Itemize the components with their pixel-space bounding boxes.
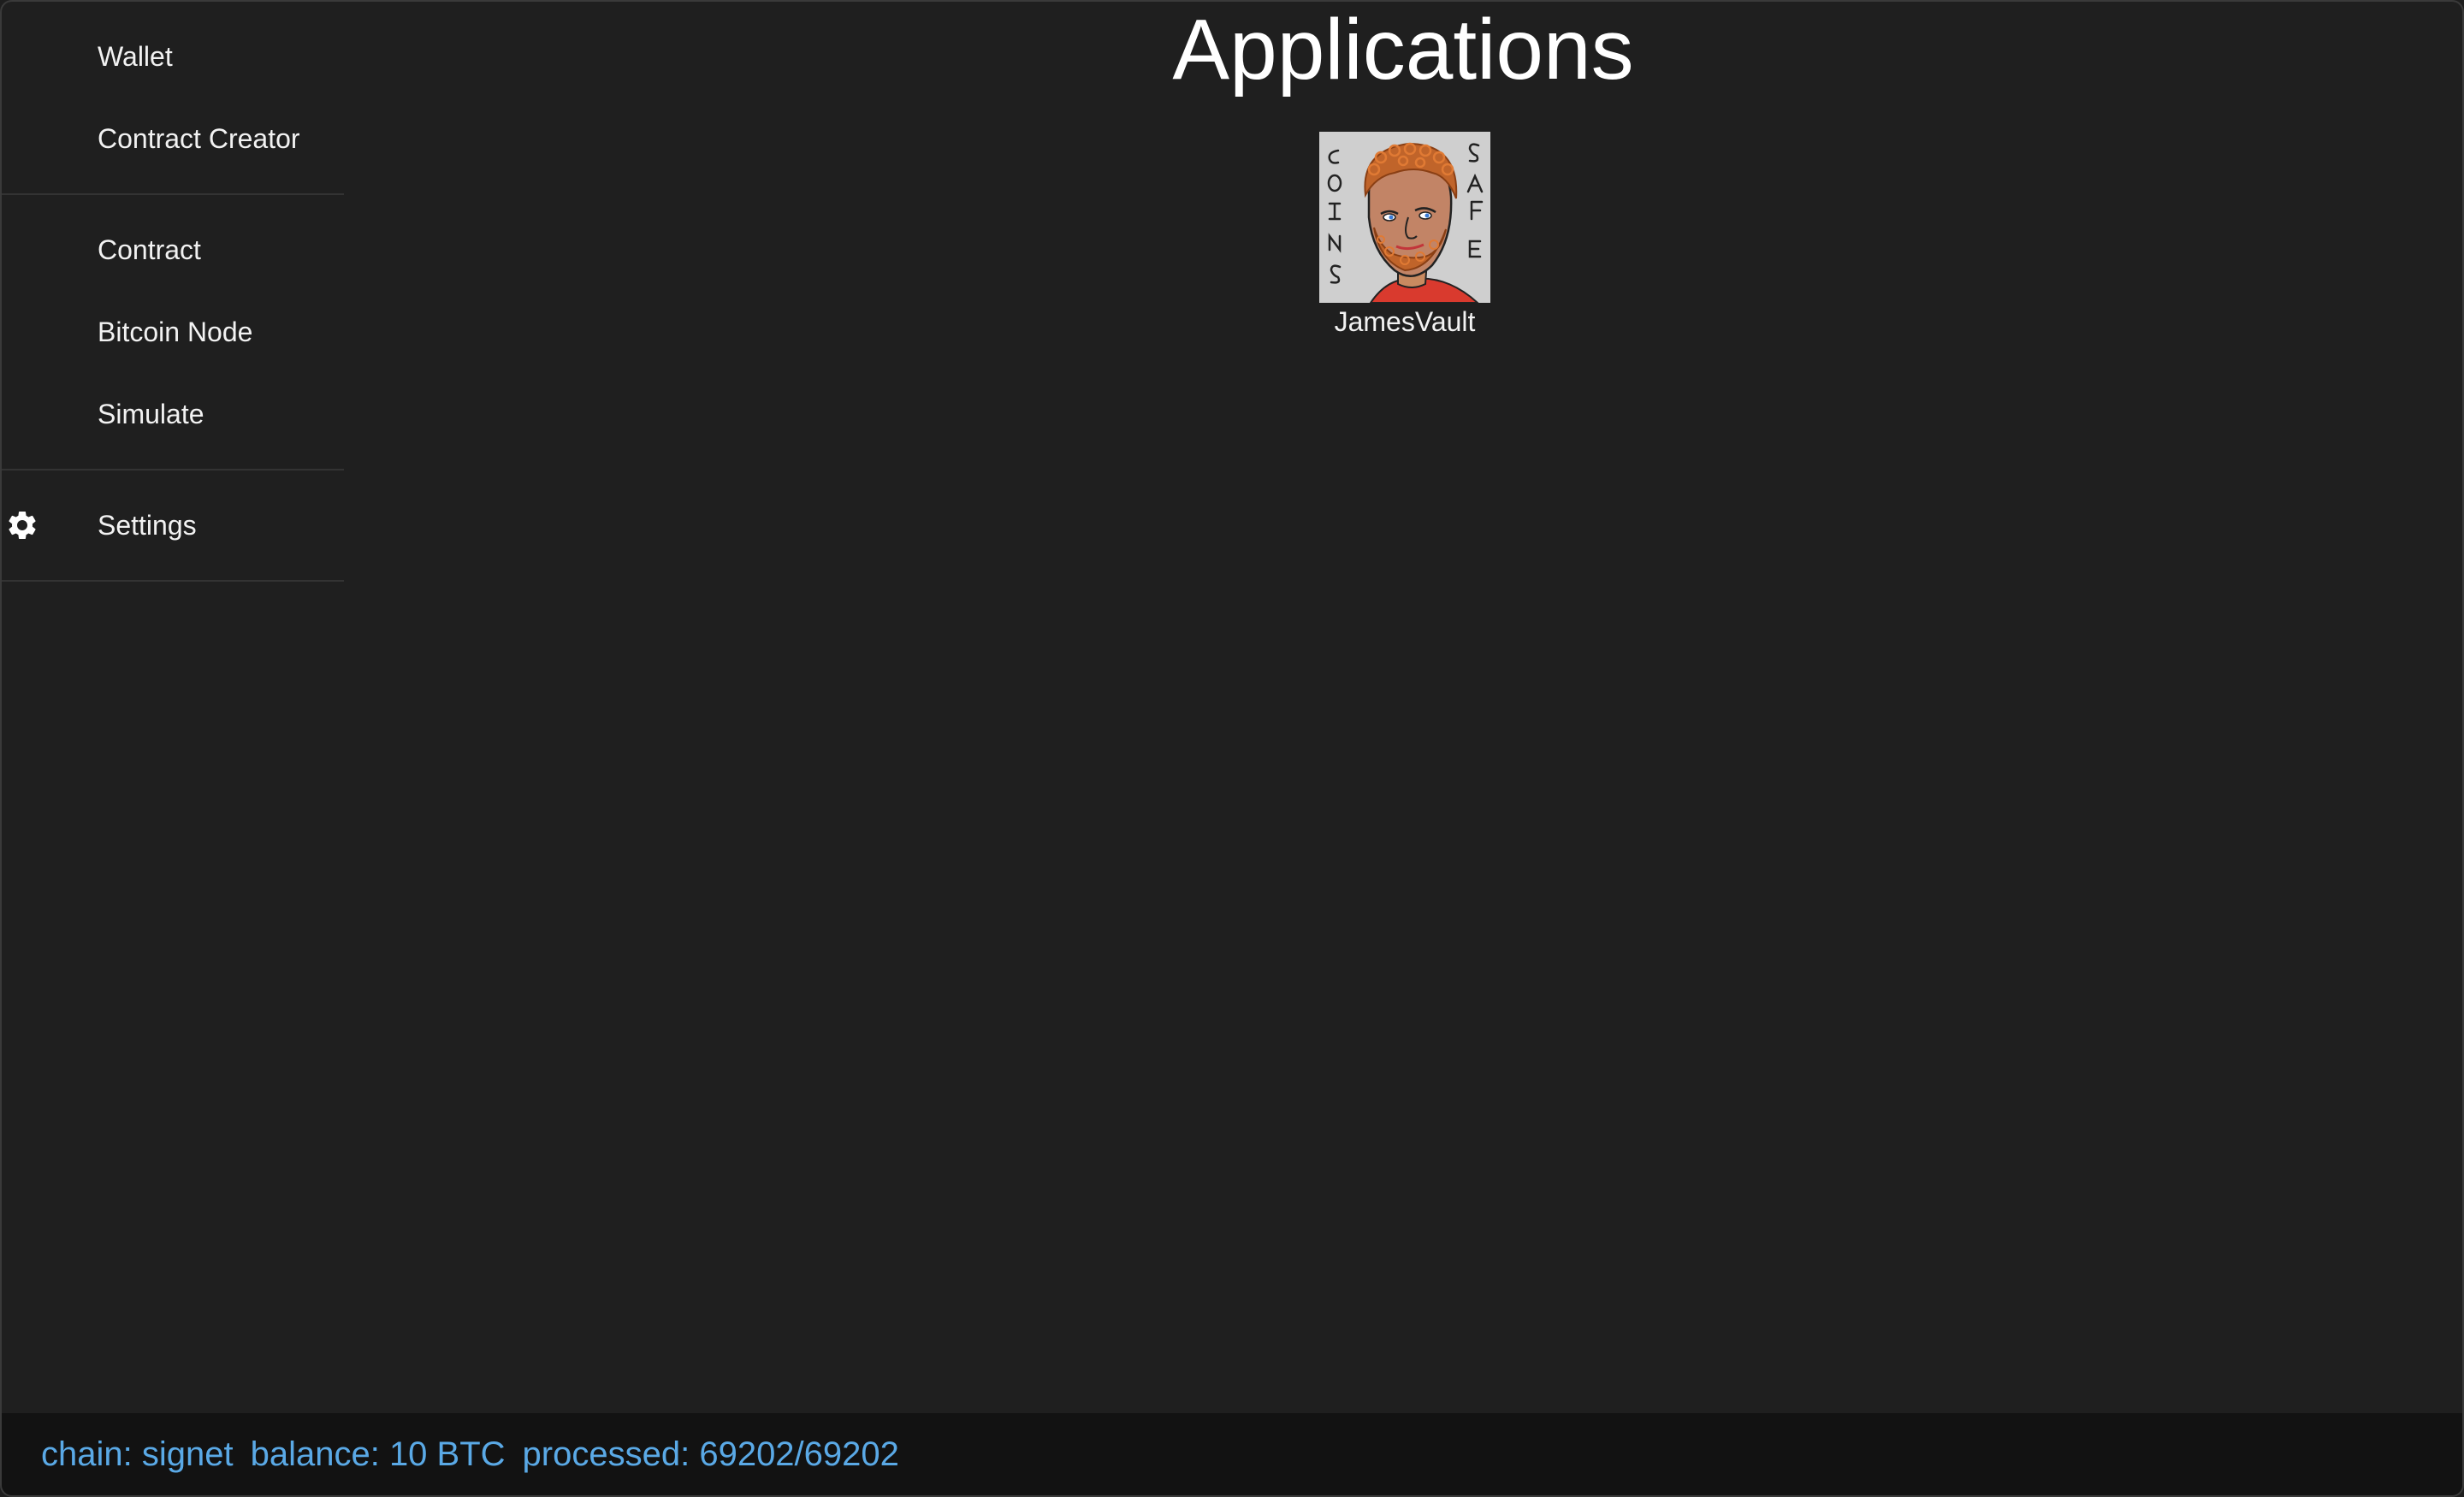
status-chain: chain: signet bbox=[41, 1435, 234, 1473]
sidebar-item-label: Contract Creator bbox=[98, 122, 300, 154]
app-name[interactable]: JamesVault bbox=[1335, 305, 1476, 339]
sidebar-item-wallet[interactable]: Wallet bbox=[2, 15, 344, 98]
james-vault-logo[interactable] bbox=[1319, 132, 1490, 303]
nav-group-tools: Contract Bitcoin Node Simulate bbox=[2, 195, 344, 470]
status-balance: balance: 10 BTC bbox=[250, 1435, 506, 1473]
sidebar-item-label: Simulate bbox=[98, 398, 204, 429]
sidebar-item-label: Bitcoin Node bbox=[98, 316, 253, 347]
app-window: Wallet Contract Creator Contract Bitcoin… bbox=[0, 0, 2464, 1497]
sidebar-item-bitcoin-node[interactable]: Bitcoin Node bbox=[2, 291, 344, 373]
main-content: Applications JamesVault bbox=[344, 2, 2462, 1415]
page-title: Applications bbox=[1172, 2, 1634, 98]
sidebar-item-label: Wallet bbox=[98, 40, 173, 72]
app-tile-jamesvault[interactable]: JamesVault bbox=[1318, 132, 1492, 339]
nav-group-main: Wallet Contract Creator bbox=[2, 2, 344, 195]
sidebar-item-label: Contract bbox=[98, 234, 201, 265]
sidebar: Wallet Contract Creator Contract Bitcoin… bbox=[2, 2, 344, 1415]
gear-icon bbox=[5, 508, 39, 542]
sidebar-item-simulate[interactable]: Simulate bbox=[2, 373, 344, 455]
sidebar-item-contract[interactable]: Contract bbox=[2, 209, 344, 291]
nav-group-settings: Settings bbox=[2, 470, 344, 582]
sidebar-item-contract-creator[interactable]: Contract Creator bbox=[2, 98, 344, 180]
status-bar: chain: signet balance: 10 BTC processed:… bbox=[2, 1413, 2462, 1495]
status-processed: processed: 69202/69202 bbox=[522, 1435, 899, 1473]
sidebar-item-label: Settings bbox=[98, 509, 197, 541]
sidebar-item-settings[interactable]: Settings bbox=[2, 484, 344, 566]
